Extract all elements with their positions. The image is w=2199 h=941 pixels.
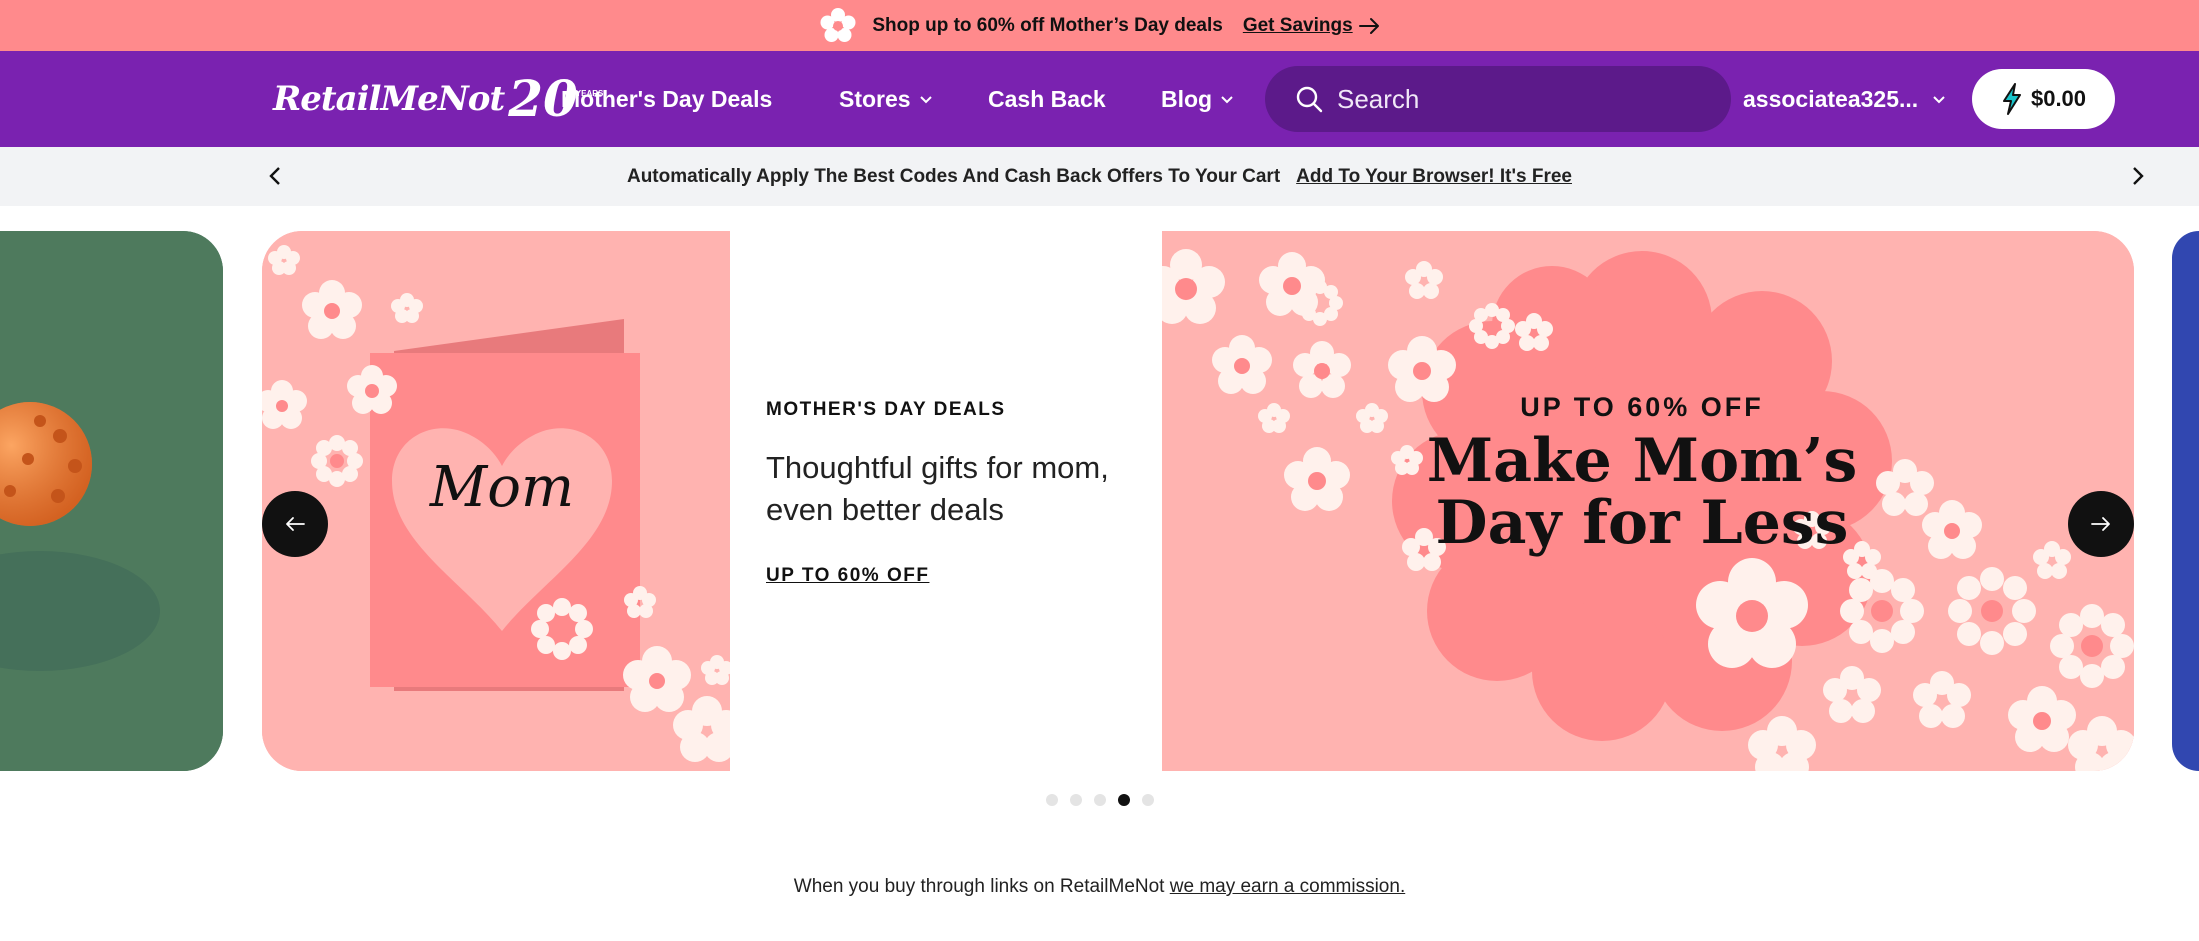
slide-headline: Thoughtful gifts for mom, even better de…: [766, 450, 1109, 527]
carousel-prev-button[interactable]: [262, 491, 328, 557]
carousel-dot[interactable]: [1093, 794, 1106, 806]
carousel-dot[interactable]: [1069, 794, 1082, 806]
nav-cash-back[interactable]: Cash Back: [988, 51, 1106, 147]
carousel-slide-previous[interactable]: [0, 231, 223, 771]
username: associatea325...: [1743, 85, 1919, 112]
get-savings-link[interactable]: Get Savings: [1243, 15, 1381, 37]
commission-link[interactable]: we may earn a commission.: [1170, 876, 1405, 897]
card-mom-text: Mom: [429, 455, 574, 520]
carousel-pagination: [0, 794, 2199, 806]
mothers-day-card-image: Mom: [262, 231, 741, 771]
nav-label: Cash Back: [988, 85, 1106, 112]
carousel-dot[interactable]: [1045, 794, 1058, 806]
banner-line-2: Day for Less: [1436, 488, 1849, 558]
lightning-bolt-icon: [2002, 83, 2021, 115]
carousel-dot[interactable]: [1141, 794, 1154, 806]
slide-eyebrow: MOTHER'S DAY DEALS: [766, 399, 1006, 420]
carousel-next-button[interactable]: [2068, 491, 2134, 557]
carousel-slide-next[interactable]: [2172, 231, 2199, 771]
pickleball-image: [0, 231, 223, 771]
search-input[interactable]: [1337, 83, 1697, 115]
chevron-down-icon: [1933, 96, 1945, 104]
slide-copy: MOTHER'S DAY DEALS Thoughtful gifts for …: [766, 399, 1146, 587]
flower-icon: [820, 7, 856, 42]
chevron-down-icon: [919, 96, 932, 104]
banner-line-1: Make Mom’s: [1427, 426, 1858, 496]
cash-back-wallet-button[interactable]: $0.00: [1972, 69, 2115, 129]
get-savings-label: Get Savings: [1242, 14, 1353, 36]
arrow-right-icon: [1358, 17, 1379, 34]
account-menu[interactable]: associatea325...: [1743, 51, 1946, 147]
browser-extension-banner: Automatically Apply The Best Codes And C…: [0, 147, 2199, 206]
carousel-slide-active[interactable]: Mom MOTHER'S DAY DEALS Thoughtful gifts …: [262, 231, 2134, 771]
retailmenot-logo[interactable]: RetailMeNot 20 YEARS: [273, 71, 603, 127]
nav-label: Stores: [839, 85, 911, 112]
add-to-browser-link[interactable]: Add To Your Browser! It's Free: [1296, 166, 1572, 188]
nav-label: Mother's Day Deals: [561, 85, 773, 112]
nav-mothers-day-deals[interactable]: Mother's Day Deals: [561, 51, 772, 147]
arrow-right-icon: [2091, 517, 2110, 531]
extension-message: Automatically Apply The Best Codes And C…: [626, 165, 1281, 187]
search-icon: [1296, 86, 1323, 113]
chevron-down-icon: [1221, 96, 1233, 104]
mothers-day-banner-image: UP TO 60% OFF Make Mom’s Day for Less: [1147, 231, 2134, 771]
promo-bar: Shop up to 60% off Mother’s Day deals Ge…: [0, 0, 2199, 51]
nav-blog[interactable]: Blog: [1161, 51, 1234, 147]
site-header: RetailMeNot 20 YEARS Mother's Day Deals …: [0, 51, 2199, 147]
search-bar[interactable]: [1265, 66, 1731, 132]
chevron-right-icon[interactable]: [2124, 163, 2150, 189]
carousel-dot[interactable]: [1117, 794, 1130, 806]
chevron-left-icon[interactable]: [263, 163, 289, 189]
banner-kicker: UP TO 60% OFF: [1520, 392, 1764, 422]
arrow-left-icon: [286, 517, 305, 531]
disclaimer-text: When you buy through links on RetailMeNo…: [793, 876, 1165, 897]
nav-label: Blog: [1161, 85, 1213, 112]
logo-wordmark: RetailMeNot: [273, 79, 505, 119]
promo-text: Shop up to 60% off Mother’s Day deals: [872, 14, 1223, 36]
nav-stores[interactable]: Stores: [839, 51, 933, 147]
slide-offer-link[interactable]: UP TO 60% OFF: [766, 565, 929, 587]
wallet-balance: $0.00: [2030, 86, 2087, 111]
affiliate-disclaimer: When you buy through links on RetailMeNo…: [0, 876, 2199, 898]
